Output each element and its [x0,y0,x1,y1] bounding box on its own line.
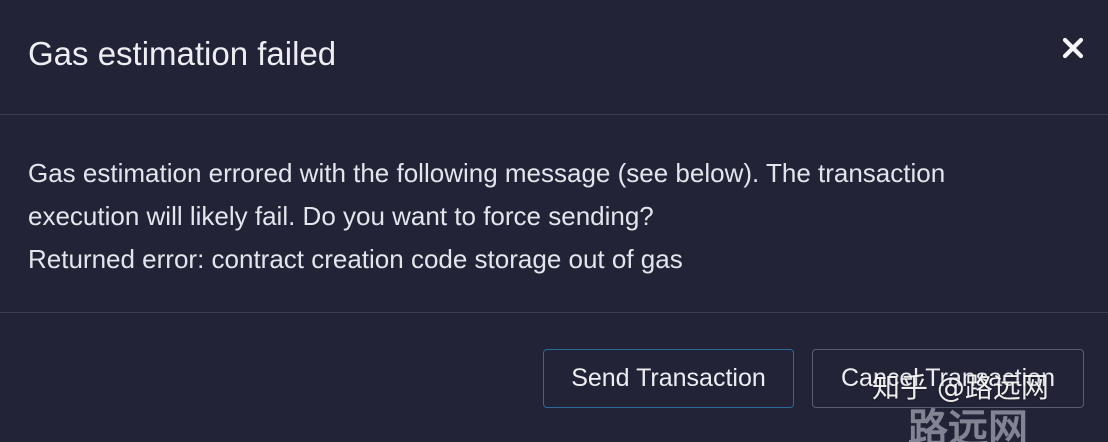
close-button[interactable] [1055,30,1091,66]
dialog-header: Gas estimation failed [0,0,1108,115]
message-line: Gas estimation errored with the followin… [28,158,946,188]
gas-estimation-dialog: Gas estimation failed Gas estimation err… [0,0,1108,442]
error-message: Gas estimation errored with the followin… [28,152,1088,281]
message-line: execution will likely fail. Do you want … [28,201,654,231]
send-transaction-button[interactable]: Send Transaction [543,349,794,408]
cancel-transaction-button[interactable]: Cancel Transaction [812,349,1084,408]
message-line: Returned error: contract creation code s… [28,244,683,274]
dialog-footer: Send Transaction Cancel Transaction [0,314,1108,442]
dialog-body: Gas estimation errored with the followin… [0,116,1108,313]
close-icon [1062,37,1084,59]
dialog-title: Gas estimation failed [28,35,337,72]
